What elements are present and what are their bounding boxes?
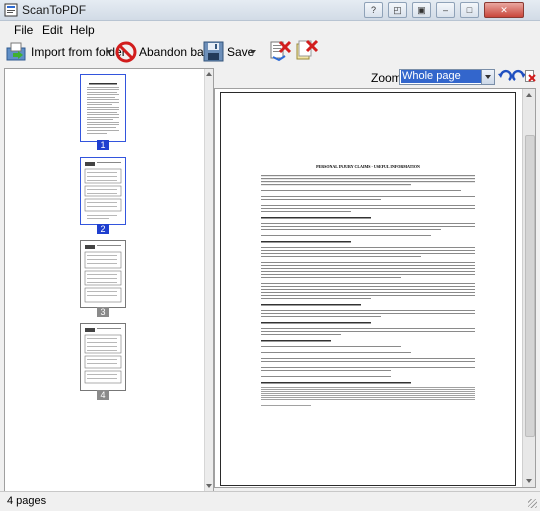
menu-file[interactable]: File: [14, 23, 33, 37]
document-page: PERSONAL INJURY CLAIMS - USEFUL INFORMAT…: [220, 92, 516, 486]
clear-selection-icon[interactable]: [295, 39, 319, 63]
rotate-left-icon[interactable]: [498, 69, 512, 83]
viewer-scroll-thumb[interactable]: [525, 135, 535, 437]
thumbnail-number: 3: [97, 307, 109, 317]
rotate-right-icon[interactable]: [512, 69, 526, 83]
floppy-disk-icon: [203, 41, 224, 62]
window-close-icon[interactable]: ✕: [484, 2, 524, 18]
window-title: ScanToPDF: [22, 3, 87, 17]
thumbnail-scrollbar[interactable]: [204, 69, 213, 491]
zoom-value: Whole page: [401, 70, 482, 83]
zoom-dropdown-icon[interactable]: [481, 70, 494, 84]
window-maximize-icon[interactable]: □: [460, 2, 479, 18]
page-thumbnail-2[interactable]: [81, 158, 125, 224]
thumbnail-number: 4: [97, 390, 109, 400]
page-thumbnail-image: [81, 75, 125, 141]
page-thumbnail-1[interactable]: [81, 75, 125, 141]
scroll-up-icon[interactable]: [206, 72, 212, 76]
page-thumbnail-image: [81, 324, 125, 390]
app-icon: [4, 3, 18, 17]
page-thumbnail-3[interactable]: [81, 241, 125, 307]
delete-pages-icon[interactable]: [270, 39, 292, 63]
import-dropdown-icon[interactable]: [106, 50, 112, 54]
zoom-select[interactable]: Whole page: [399, 69, 495, 85]
thumbnail-number: 1: [97, 140, 109, 150]
resize-grip-icon[interactable]: [528, 499, 537, 508]
toolbar: Import from folder Abandon batch Save: [0, 39, 540, 65]
delete-page-icon[interactable]: [525, 70, 536, 83]
thumbnail-panel[interactable]: 1 2 3 4: [4, 68, 214, 492]
page-count: 4 pages: [7, 495, 47, 507]
window-minimize-icon[interactable]: –: [436, 2, 455, 18]
window-pin-icon[interactable]: ◰: [388, 2, 407, 18]
save-dropdown-icon[interactable]: [250, 50, 256, 54]
thumbnail-number: 2: [97, 224, 109, 234]
title-bar: ScanToPDF ? ◰ ▣ – □ ✕: [0, 0, 540, 21]
status-bar: 4 pages: [0, 491, 540, 511]
menu-bar: File Edit Help: [0, 21, 540, 39]
window-help-icon[interactable]: ?: [364, 2, 383, 18]
import-folder-icon: [6, 42, 26, 61]
document-viewer[interactable]: PERSONAL INJURY CLAIMS - USEFUL INFORMAT…: [214, 88, 536, 488]
page-thumbnail-image: [81, 241, 125, 307]
menu-help[interactable]: Help: [70, 23, 95, 37]
page-thumbnail-image: [81, 158, 125, 224]
viewer-area: Zoom: Whole page PERSONAL INJURY CLAIMS …: [214, 68, 536, 490]
scroll-down-icon[interactable]: [526, 479, 532, 483]
scroll-up-icon[interactable]: [526, 93, 532, 97]
page-thumbnail-4[interactable]: [81, 324, 125, 390]
viewer-scrollbar[interactable]: [522, 89, 535, 487]
abandon-icon: [115, 41, 137, 63]
scroll-down-icon[interactable]: [206, 484, 212, 488]
menu-edit[interactable]: Edit: [42, 23, 63, 37]
document-text-lines: [261, 175, 475, 406]
window-restore-icon[interactable]: ▣: [412, 2, 431, 18]
